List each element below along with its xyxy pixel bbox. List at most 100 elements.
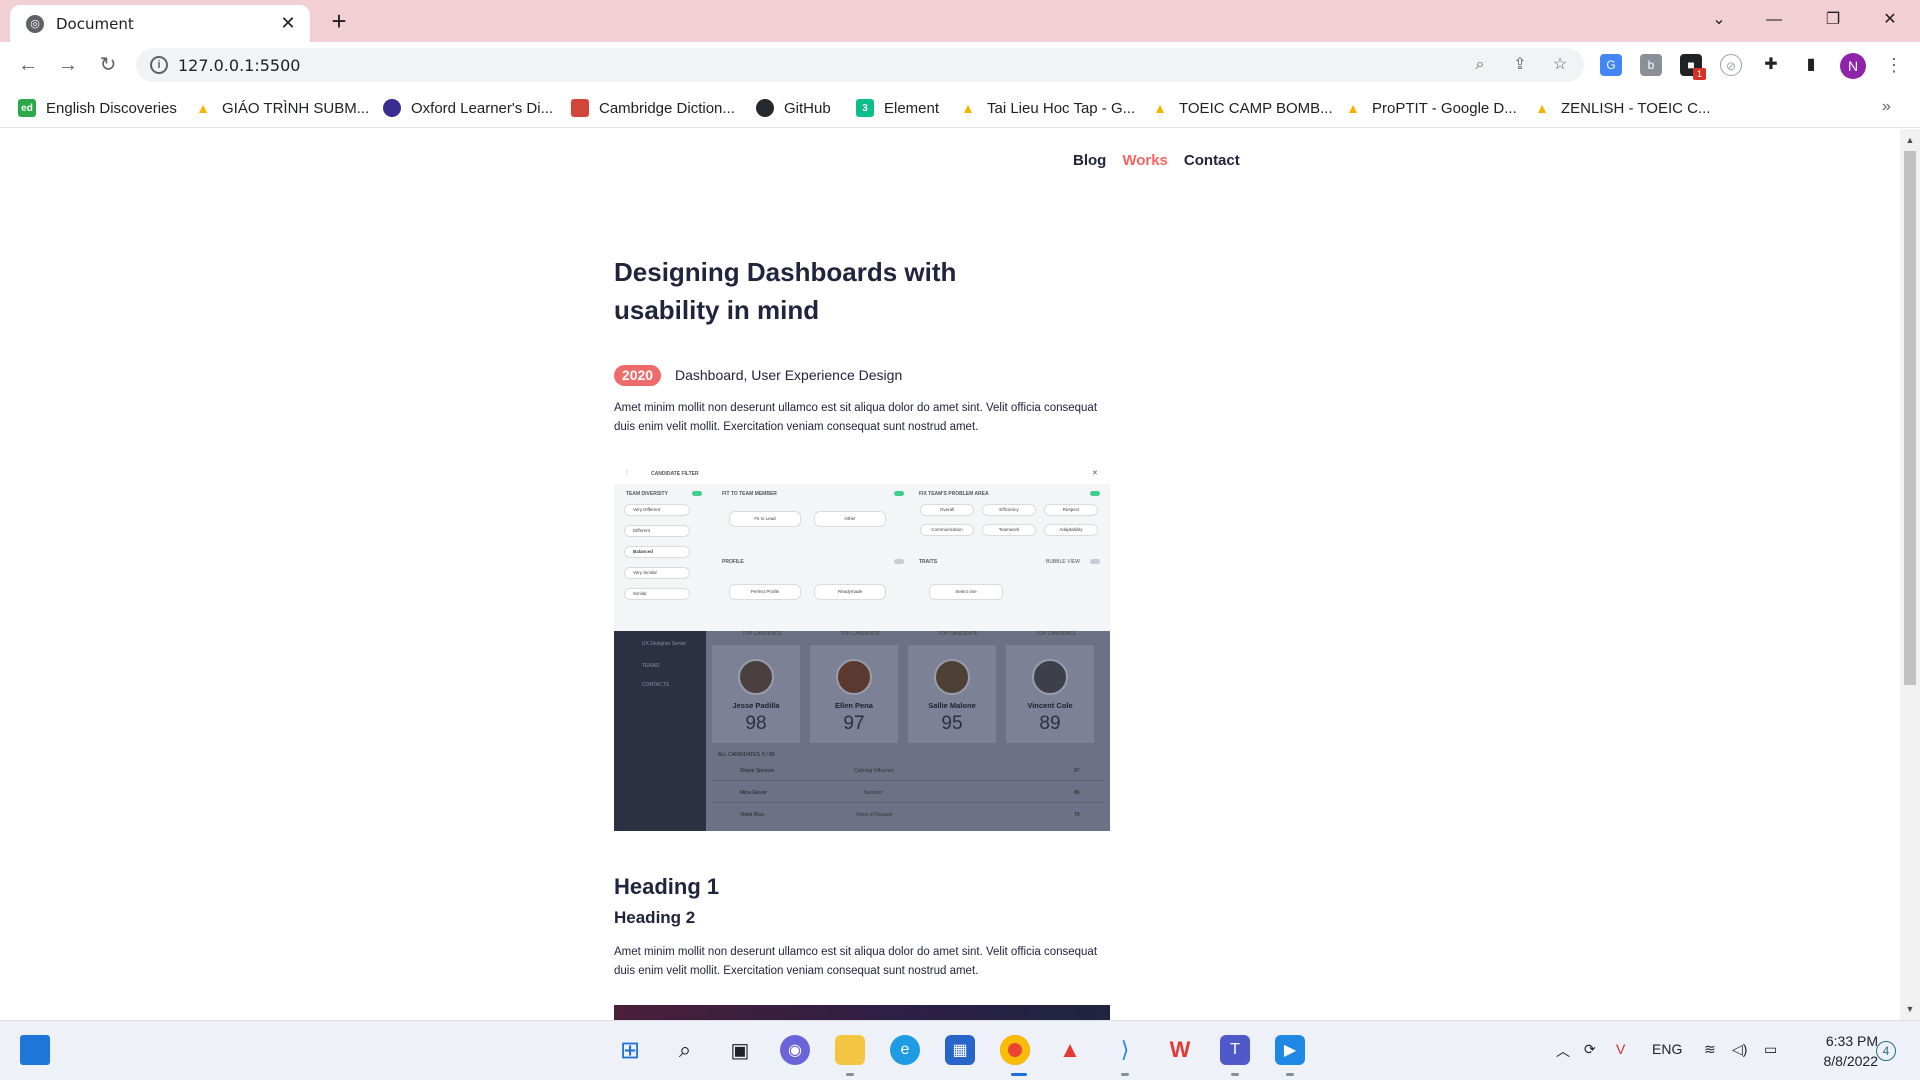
oxford-icon — [383, 99, 401, 117]
bookmark-item[interactable]: Cambridge Diction... — [571, 95, 735, 121]
bookmark-item[interactable]: Oxford Learner's Di... — [383, 95, 553, 121]
minimize-button[interactable]: — — [1760, 6, 1788, 34]
candidate-card: Jesse Padilla 98 — [712, 645, 800, 743]
profile-select: Perfect Profile — [729, 584, 801, 600]
widgets-icon[interactable] — [20, 1035, 50, 1065]
new-tab-button[interactable]: + — [326, 8, 352, 34]
bookmark-item[interactable]: ▲ Tai Lieu Hoc Tap - G... — [959, 95, 1135, 121]
post-tags: Dashboard, User Experience Design — [675, 367, 903, 383]
puzzle-icon[interactable]: ✚ — [1760, 54, 1782, 76]
bookmark-item[interactable]: ▲ TOEIC CAMP BOMB... — [1151, 95, 1333, 121]
share-icon[interactable]: ⇪ — [1510, 55, 1530, 75]
row-trait: Nurturer — [864, 790, 883, 796]
bookmark-item[interactable]: ▲ ProPTIT - Google D... — [1344, 95, 1517, 121]
candidate-score: 98 — [745, 713, 767, 734]
google-drive-icon: ▲ — [1153, 100, 1167, 116]
page-scrollbar[interactable]: ▲ ▼ — [1900, 129, 1920, 1020]
all-candidates-label: ALL CANDIDATES — [718, 752, 760, 758]
restore-button[interactable]: ❐ — [1819, 6, 1847, 34]
scroll-up-arrow-icon[interactable]: ▲ — [1905, 135, 1915, 145]
file-explorer-icon[interactable] — [835, 1035, 865, 1065]
row-name: Shane Spencer — [740, 768, 775, 774]
menu-kebab-icon[interactable]: ⋮ — [1880, 51, 1908, 79]
store-icon[interactable]: ▦ — [945, 1035, 975, 1065]
content-image — [614, 1005, 1110, 1020]
nav-contact[interactable]: Contact — [1184, 152, 1240, 169]
table-row: Violet Rios Voice of Reason 79 — [712, 803, 1104, 825]
sync-icon[interactable]: ⟳ — [1584, 1041, 1596, 1058]
vscode-icon[interactable]: ⟩ — [1110, 1035, 1140, 1065]
page-viewport: Blog Works Contact Designing Dashboards … — [0, 129, 1900, 1020]
running-indicator — [1121, 1073, 1129, 1076]
row-name: Mina Glover — [740, 790, 767, 796]
nav-blog[interactable]: Blog — [1073, 152, 1106, 169]
close-tab-icon[interactable]: ✕ — [278, 13, 298, 33]
top-candidate-label: TOP CANDIDATE — [840, 631, 881, 637]
chat-icon[interactable]: ◉ — [780, 1035, 810, 1065]
address-bar[interactable]: i 127.0.0.1:5500 ⌕ ⇪ ☆ — [136, 48, 1584, 82]
language-indicator[interactable]: ENG — [1652, 1041, 1682, 1057]
translate-extension-icon[interactable]: G — [1600, 54, 1622, 76]
edge-icon[interactable]: e — [890, 1035, 920, 1065]
toggle-switch — [692, 491, 702, 496]
teams-icon[interactable]: T — [1220, 1035, 1250, 1065]
close-window-button[interactable]: ✕ — [1876, 6, 1904, 34]
notification-badge[interactable]: 4 — [1876, 1041, 1896, 1061]
battery-icon[interactable]: ▭ — [1764, 1041, 1777, 1058]
task-view-icon[interactable]: ▣ — [725, 1035, 755, 1065]
tab-search-icon[interactable]: ⌄ — [1705, 6, 1733, 34]
google-drive-icon: ▲ — [196, 100, 210, 116]
volume-icon[interactable]: ◁) — [1732, 1041, 1747, 1058]
browser-tab[interactable]: ◎ Document ✕ — [10, 5, 310, 42]
forward-button[interactable]: → — [54, 51, 82, 79]
candidate-name: Ellen Pena — [835, 701, 873, 710]
bubble-view-label: BUBBLE VIEW — [1046, 559, 1080, 565]
tray-app-icon[interactable]: V — [1616, 1041, 1625, 1057]
site-info-icon[interactable]: i — [150, 56, 168, 74]
scroll-thumb[interactable] — [1904, 151, 1916, 685]
tab-title: Document — [56, 14, 134, 33]
problem-chip: Efficiency — [982, 504, 1036, 516]
bookmark-item[interactable]: ▲ GIÁO TRÌNH SUBM... — [194, 95, 369, 121]
wifi-icon[interactable]: ≋ — [1704, 1041, 1716, 1058]
zoom-icon[interactable]: ⌕ — [1470, 55, 1490, 75]
reload-button[interactable]: ↻ — [94, 51, 122, 79]
sidebar-role: UX Designer Senior — [642, 641, 687, 647]
wps-icon[interactable]: W — [1165, 1035, 1195, 1065]
side-panel-icon[interactable]: ▮ — [1800, 54, 1822, 76]
candidate-score: 89 — [1039, 713, 1061, 734]
compass-extension-icon[interactable]: ⊘ — [1720, 54, 1742, 76]
nav-works[interactable]: Works — [1122, 152, 1168, 169]
bookmark-item[interactable]: ed English Discoveries — [18, 95, 177, 121]
candidate-card: Vincent Cole 89 — [1006, 645, 1094, 743]
google-drive-icon: ▲ — [961, 100, 975, 116]
element-icon: 3 — [856, 99, 874, 117]
tray-chevron-icon[interactable]: ︿ — [1556, 1041, 1570, 1061]
row-trait: Calming Influence — [854, 768, 895, 774]
start-icon[interactable]: ⊞ — [615, 1035, 645, 1065]
search-icon[interactable]: ⌕ — [670, 1035, 700, 1065]
bookmark-star-icon[interactable]: ☆ — [1550, 55, 1570, 75]
back-button[interactable]: ← — [14, 51, 42, 79]
bookmark-item[interactable]: ▲ ZENLISH - TOEIC C... — [1533, 95, 1710, 121]
url-text[interactable]: 127.0.0.1:5500 — [178, 56, 300, 75]
media-player-icon[interactable]: ▶ — [1275, 1035, 1305, 1065]
clock-date: 8/8/2022 — [1823, 1053, 1879, 1069]
avatar — [934, 659, 970, 695]
clock[interactable]: 6:33 PM 8/8/2022 — [1804, 1031, 1879, 1071]
problem-chip: Communication — [920, 524, 974, 536]
more-bookmarks-icon[interactable]: » — [1882, 98, 1891, 116]
chrome-icon[interactable] — [1000, 1035, 1030, 1065]
profile-avatar[interactable]: N — [1840, 53, 1866, 79]
bookmark-item[interactable]: GitHub — [756, 95, 831, 121]
fit-to-team-label: FIT TO TEAM MEMBER — [722, 491, 777, 497]
candidate-name: Vincent Cole — [1027, 701, 1073, 710]
avatar — [836, 659, 872, 695]
team-diversity-label: TEAM DIVERSITY — [626, 491, 668, 497]
scroll-down-arrow-icon[interactable]: ▼ — [1905, 1004, 1915, 1014]
table-row: Shane Spencer Calming Influence 87 — [712, 759, 1104, 781]
extension-icon[interactable]: b — [1640, 54, 1662, 76]
top-candidate-label: TOP CANDIDATE — [742, 631, 783, 637]
acrobat-icon[interactable]: ▲ — [1055, 1035, 1085, 1065]
bookmark-item[interactable]: 3 Element — [856, 95, 939, 121]
